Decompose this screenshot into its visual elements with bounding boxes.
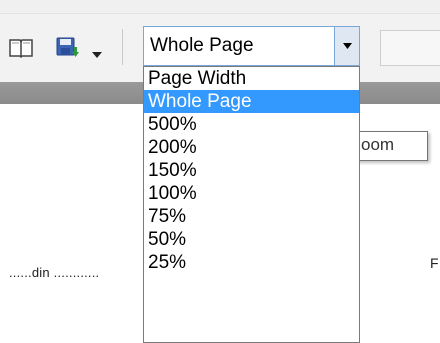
zoom-dropdown-list[interactable]: Page Width Whole Page 500% 200% 150% 100… [143,66,360,343]
book-icon[interactable] [8,37,34,59]
tooltip-text: oom [361,135,395,154]
find-textbox[interactable] [380,30,440,66]
zoom-dropdown-button[interactable] [334,27,359,65]
tooltip: oom [352,131,428,161]
zoom-option[interactable]: Page Width [144,67,359,90]
chevron-down-icon [92,45,102,58]
toolbar-separator [122,29,123,65]
zoom-option[interactable]: 100% [144,182,359,205]
zoom-option[interactable]: 500% [144,113,359,136]
save-icon [56,36,80,60]
zoom-option[interactable]: 25% [144,251,359,274]
zoom-combobox[interactable]: Whole Page [143,26,360,66]
toolbar-top-strip [0,0,440,14]
zoom-option[interactable]: 200% [144,136,359,159]
zoom-combobox-value: Whole Page [150,35,254,56]
zoom-option[interactable]: 50% [144,228,359,251]
report-right-letter: F [430,255,439,271]
dropdown-arrow-icon [343,43,352,49]
zoom-option[interactable]: 150% [144,159,359,182]
zoom-option-selected[interactable]: Whole Page [144,90,359,113]
save-button[interactable] [56,35,108,61]
zoom-option[interactable]: 75% [144,205,359,228]
report-dotted-text: ......din ............ [9,265,100,280]
